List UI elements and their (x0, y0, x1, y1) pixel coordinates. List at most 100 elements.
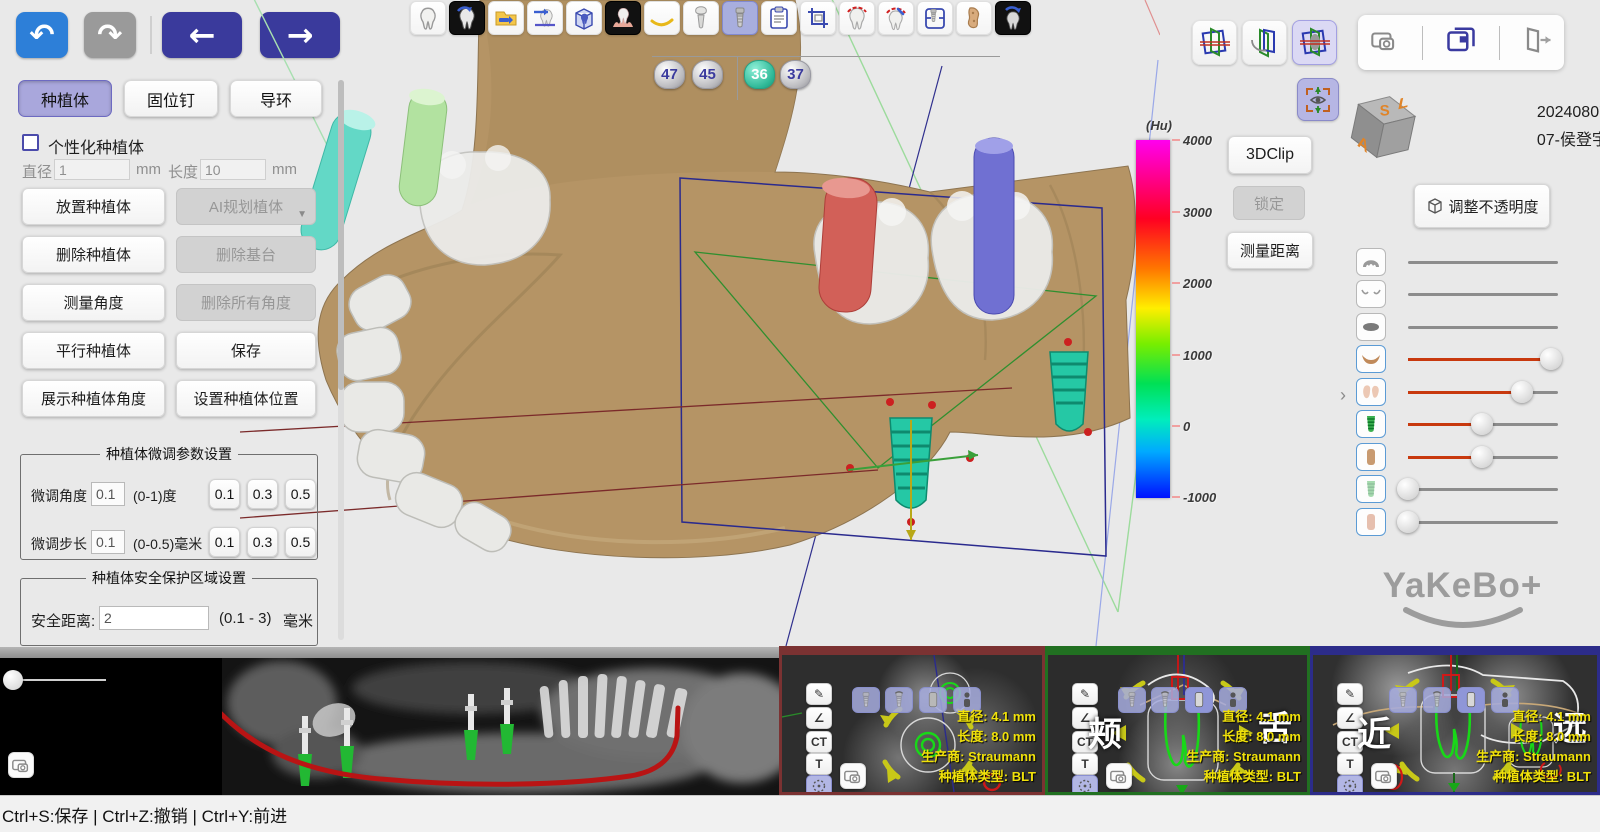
safety-distance-input[interactable] (99, 606, 209, 630)
save-button[interactable]: 保存 (176, 332, 316, 369)
rotate-plane-button[interactable] (1242, 20, 1287, 65)
ct1-target-button[interactable] (806, 775, 832, 795)
tooth-badge-37[interactable]: 37 (780, 60, 811, 89)
adjust-opacity-button[interactable]: 调整不透明度 (1414, 184, 1550, 228)
ct1-implant-a-button[interactable] (852, 687, 880, 713)
parallel-implant-button[interactable]: 平行种植体 (22, 332, 165, 369)
tooth-arc-icon[interactable] (839, 1, 875, 35)
treatment-plan-icon[interactable] (761, 1, 797, 35)
tooth-badge-36[interactable]: 36 (744, 60, 775, 89)
ct3-label-left: 近 (1357, 707, 1391, 756)
tooth-gums-icon[interactable] (605, 1, 641, 35)
badge-rule (652, 56, 1000, 57)
ct2-pencil-button[interactable]: ✎ (1072, 683, 1098, 705)
safety-group: 种植体安全保护区域设置 安全距离: (0.1 - 3) 毫米 (20, 568, 318, 646)
save-project-button[interactable] (1446, 26, 1476, 59)
length-input[interactable] (200, 159, 266, 180)
custom-implant-checkbox[interactable] (22, 134, 39, 151)
crop-icon[interactable] (800, 1, 836, 35)
ct2-implant-b-button[interactable] (1151, 687, 1179, 713)
bone-graft-icon[interactable] (956, 1, 992, 35)
ct1-pencil-button[interactable]: ✎ (806, 683, 832, 705)
ct3-screenshot-button[interactable] (1371, 763, 1397, 789)
ct3-pencil-button[interactable]: ✎ (1337, 683, 1363, 705)
tooth-badge-47[interactable]: 47 (654, 60, 685, 89)
fine-tune-title: 种植体微调参数设置 (100, 444, 238, 464)
pano-slider-track[interactable] (16, 679, 106, 681)
delete-all-angles-button[interactable]: 删除所有角度 (176, 284, 316, 321)
ct2-target-button[interactable] (1072, 775, 1098, 795)
tooth-tool-icon[interactable] (410, 1, 446, 35)
ct2-screenshot-button[interactable] (1106, 763, 1132, 789)
measure-distance-button[interactable]: 测量距离 (1227, 232, 1313, 269)
pano-slider-handle[interactable] (3, 670, 23, 690)
move-preset-3[interactable]: 0.5 (285, 527, 316, 557)
move-step-label: 微调步长 (31, 534, 87, 554)
angle-preset-1[interactable]: 0.1 (209, 479, 240, 509)
case-date: 20240807 (1448, 104, 1600, 122)
ct3-target-button[interactable] (1337, 775, 1363, 795)
redo-button[interactable]: ↷ (84, 12, 136, 58)
undo-button[interactable]: ↶ (16, 12, 68, 58)
occlusal-plane-icon[interactable] (527, 1, 563, 35)
tooth-repair-icon[interactable] (878, 1, 914, 35)
place-implant-button[interactable]: 放置种植体 (22, 188, 165, 225)
all-planes-button[interactable] (1292, 20, 1337, 65)
tooth-badge-45[interactable]: 45 (692, 60, 723, 89)
tab-implant[interactable]: 种植体 (18, 80, 112, 117)
angle-preset-3[interactable]: 0.5 (285, 479, 316, 509)
delete-abutment-button[interactable]: 删除基台 (176, 236, 316, 273)
measure-angle-button[interactable]: 测量角度 (22, 284, 165, 321)
ct-view-buccolingual[interactable]: ✎ ∠ CT T 颊 舌 直径: 4.1 mm 长度: 8.0 mm 生产商: … (1045, 646, 1310, 795)
delete-implant-button[interactable]: 删除种植体 (22, 236, 165, 273)
angle-preset-2[interactable]: 0.3 (247, 479, 278, 509)
lock-button[interactable]: 锁定 (1233, 186, 1305, 220)
tooth-export-dark-icon[interactable] (995, 1, 1031, 35)
ct2-t-button[interactable]: T (1072, 753, 1098, 775)
ct1-ct-button[interactable]: CT (806, 731, 832, 753)
panoramic-panel[interactable] (0, 647, 779, 795)
ct1-screenshot-button[interactable] (840, 763, 866, 789)
ct1-t-button[interactable]: T (806, 753, 832, 775)
ai-plan-button[interactable]: AI规划植体 ▼ (176, 188, 316, 225)
screenshot-button[interactable] (1369, 27, 1399, 58)
crown-implant-icon[interactable] (683, 1, 719, 35)
move-step-input[interactable] (91, 530, 125, 554)
diameter-input[interactable] (54, 159, 130, 180)
axial-planes-button[interactable] (1192, 20, 1237, 65)
tooth-box-icon[interactable] (566, 1, 602, 35)
ct2-implant-info: 直径: 4.1 mm 长度: 8.0 mm 生产商: Straumann 种植体… (1186, 707, 1301, 795)
panoramic-image[interactable] (222, 658, 779, 795)
tab-fixation-pin[interactable]: 固位钉 (124, 80, 218, 117)
left-panel-scrollbar[interactable] (338, 80, 344, 640)
pano-screenshot-button[interactable] (8, 752, 34, 778)
implant-case-icon[interactable] (917, 1, 953, 35)
implant-tool-icon[interactable] (722, 1, 758, 35)
ct1-angle-button[interactable]: ∠ (806, 707, 832, 729)
slider-group-chevron[interactable]: › (1340, 385, 1346, 406)
ct2-implant-a-button[interactable] (1118, 687, 1146, 713)
angle-step-input[interactable] (91, 482, 125, 506)
orientation-cube[interactable]: S A L (1348, 92, 1418, 164)
show-implant-angle-button[interactable]: 展示种植体角度 (22, 380, 165, 417)
ct1-implant-info: 直径: 4.1 mm 长度: 8.0 mm 生产商: Straumann 种植体… (921, 707, 1036, 795)
open-folder-icon[interactable] (488, 1, 524, 35)
ct3-implant-b-button[interactable] (1423, 687, 1451, 713)
toolbar-separator (1422, 26, 1423, 60)
pano-title-bar (0, 647, 779, 658)
3dclip-button[interactable]: 3DClip (1228, 136, 1312, 174)
move-preset-1[interactable]: 0.1 (209, 527, 240, 557)
window-toolbar (1358, 15, 1564, 70)
ct1-implant-b-button[interactable] (885, 687, 913, 713)
exit-button[interactable] (1523, 26, 1553, 59)
focus-view-button[interactable] (1297, 78, 1339, 121)
move-preset-2[interactable]: 0.3 (247, 527, 278, 557)
ct-view-mesiodistal[interactable]: ✎ ∠ CT T 近 远 直径: 4.1 mm 长度: 8.0 mm 生产商: … (1310, 646, 1600, 795)
ct3-implant-a-button[interactable] (1389, 687, 1417, 713)
ct-view-axial[interactable]: ✎ ∠ CT T 直径: 4.1 mm 长度: 8.0 mm 生产商: Stra… (779, 646, 1045, 795)
set-implant-position-button[interactable]: 设置种植体位置 (176, 380, 316, 417)
ct3-t-button[interactable]: T (1337, 753, 1363, 775)
tooth-export-icon[interactable] (449, 1, 485, 35)
pano-curve-icon[interactable] (644, 1, 680, 35)
tab-guide-ring[interactable]: 导环 (230, 80, 322, 117)
